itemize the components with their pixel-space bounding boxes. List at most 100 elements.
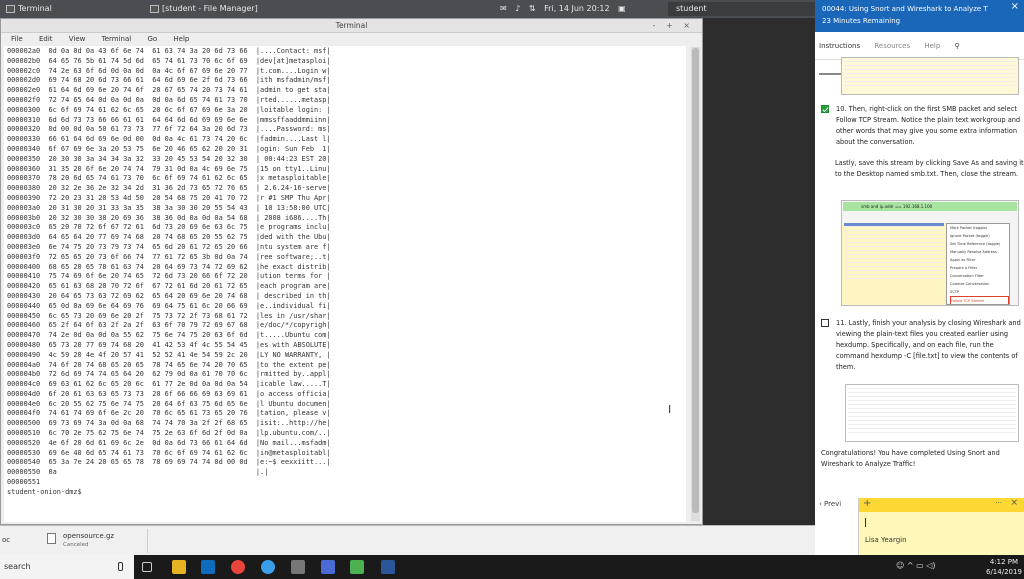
context-menu: Mark Packet (toggle) Ignore Packet (togg… [946,223,1010,305]
previous-button[interactable]: ‹ Previ [819,500,841,508]
menu-help[interactable]: Help [173,35,189,43]
terminal-line: 000002a0 0d 0a 0d 0a 43 6f 6e 74 61 63 7… [7,47,331,55]
terminal-line: student-onion-dmz$ [7,487,82,496]
filter-bar: smb and ip.addr == 192.168.1.100 [843,202,1017,211]
ctx-sctp[interactable]: SCTP [950,288,1009,296]
terminal-line: 000004a0 74 6f 20 74 68 65 20 65 78 74 6… [7,360,331,369]
close-icon[interactable]: × [1011,1,1019,13]
terminal-line: 00000500 69 73 69 74 3a 0d 0a 68 74 74 7… [7,419,331,428]
sticky-note[interactable]: + ··· × Lisa Yeargin [858,498,1024,555]
microphone-icon[interactable] [118,562,123,571]
terminal-titlebar[interactable]: Terminal - + × [1,19,702,33]
terminal-line: 00000551 [7,478,41,487]
terminal-line: 00000430 20 64 65 73 63 72 69 62 65 64 2… [7,291,331,300]
chrome-icon[interactable] [231,560,245,574]
zoom-icon[interactable]: ⚲ [955,42,960,50]
terminal-line: 00000420 65 61 63 68 20 70 72 6f 67 72 6… [7,282,331,291]
terminal-line: 000004d0 6f 20 61 63 63 65 73 73 20 6f 6… [7,389,331,398]
terminal-line: 00000350 20 30 30 3a 34 34 3a 32 33 20 4… [7,154,331,163]
taskbar-clock[interactable]: 4:12 PM 6/14/2019 [986,557,1022,577]
battery-icon[interactable]: ▭ [916,561,924,570]
step-11-checkbox[interactable] [821,319,829,327]
people-icon[interactable]: ☺ [896,561,904,570]
terminal-line: 00000480 65 73 20 77 69 74 68 20 41 42 5… [7,340,331,349]
menu-go[interactable]: Go [147,35,157,43]
word-icon[interactable] [381,560,395,574]
terminal-scrollbar[interactable] [691,47,700,521]
ctx-conversation[interactable]: Conversation Filter [950,272,1009,280]
taskbar-file-manager[interactable]: [student - File Manager] [148,2,298,16]
instructions-content: 10. Then, right-click on the first SMB p… [815,57,1024,500]
terminal-output[interactable]: 000002a0 0d 0a 0d 0a 43 6f 6e 74 61 63 7… [4,46,686,522]
lab-instructions-panel: 00044: Using Snort and Wireshark to Anal… [815,0,1024,555]
tab-resources[interactable]: Resources [874,42,910,50]
menu-view[interactable]: View [69,35,86,43]
display-icon[interactable]: ▣ [618,4,626,13]
terminal-app-icon[interactable] [321,560,335,574]
terminal-line: 000002c0 74 2e 63 6f 6d 0d 0a 0d 0a 4c 6… [7,66,331,75]
ctx-time-ref[interactable]: Set Time Reference (toggle) [950,240,1009,248]
tray-chevron-icon[interactable]: ^ [907,561,914,570]
ctx-ignore[interactable]: Ignore Packet (toggle) [950,232,1009,240]
add-note-icon[interactable]: + [863,498,871,509]
lab-title: 00044: Using Snort and Wireshark to Anal… [822,5,988,13]
edge-icon[interactable] [261,560,275,574]
speaker-icon[interactable]: ◁) [926,561,935,570]
windows-taskbar: search ☺ ^ ▭ ◁) 4:12 PM 6/14/2019 [0,555,1024,579]
mail-icon[interactable]: ✉ [500,4,507,13]
menu-terminal[interactable]: Terminal [102,35,132,43]
ctx-mark[interactable]: Mark Packet (toggle) [950,224,1009,232]
ctx-apply-filter[interactable]: Apply as Filter [950,256,1009,264]
window-controls[interactable]: - + × [653,19,694,33]
sticky-note-user: Lisa Yeargin [865,536,907,544]
terminal-line: 00000470 74 2e 0d 0a 0d 0a 55 62 75 6e 7… [7,331,331,340]
download-filename: opensource.gz [63,532,115,540]
ctx-colorize[interactable]: Colorize Conversation [950,280,1009,288]
menu-file[interactable]: File [11,35,23,43]
terminal-line: 00000320 0d 00 0d 0a 50 61 73 73 77 6f 7… [7,125,331,134]
step-10-checkbox[interactable] [821,105,829,113]
network-icon[interactable]: ⇅ [529,4,536,13]
outlook-icon[interactable] [201,560,215,574]
screenshot-packet-list [841,57,1019,95]
taskbar-time: 4:12 PM [989,558,1019,566]
text-cursor-icon: I [668,403,672,416]
user-menu[interactable]: student [668,2,815,16]
search-input[interactable]: search [0,555,134,579]
terminal-line: 000002b0 64 65 76 5b 61 74 5d 6d 65 74 6… [7,56,331,65]
vmware-icon[interactable] [291,560,305,574]
clock-text[interactable]: Fri, 14 Jun 20:12 [544,4,609,13]
terminal-line: 000003b0 20 32 30 30 38 20 69 36 38 36 0… [7,213,331,222]
terminal-line: 00000440 65 0d 0a 69 6e 64 69 76 69 64 7… [7,301,331,310]
taskbar-terminal[interactable]: Terminal [4,2,134,16]
ctx-resolve[interactable]: Manually Resolve Address [950,248,1009,256]
close-icon[interactable]: × [1010,498,1018,508]
terminal-icon [6,5,15,13]
terminal-line: 00000410 75 74 69 6f 6e 20 74 65 72 6d 7… [7,272,331,281]
ctx-follow-tcp[interactable]: Follow TCP Stream [950,296,1009,304]
terminal-line: 000003d0 64 65 64 20 77 69 74 68 20 74 6… [7,233,331,242]
download-item[interactable]: opensource.gz Canceled [43,529,148,553]
puzzle-app-icon[interactable] [350,560,364,574]
ctx-prepare-filter[interactable]: Prepare a Filter [950,264,1009,272]
terminal-line: 00000340 6f 67 69 6e 3a 20 53 75 6e 20 4… [7,144,331,153]
terminal-line: 000004f0 74 61 74 69 6f 6e 2c 20 70 6c 6… [7,409,331,418]
file-explorer-icon[interactable] [172,560,186,574]
scrollbar-thumb[interactable] [692,48,699,513]
task-view-icon[interactable] [142,562,152,572]
tab-instructions[interactable]: Instructions [819,42,860,50]
completion-message: Congratulations! You have completed Usin… [821,449,1000,468]
terminal-menubar: File Edit View Terminal Go Help [1,33,702,46]
volume-icon[interactable]: ♪ [515,4,520,13]
terminal-line: 000003a0 20 31 30 20 31 33 3a 35 38 3a 3… [7,203,331,212]
more-icon[interactable]: ··· [995,499,1002,507]
terminal-window: Terminal - + × File Edit View Terminal G… [0,18,703,525]
download-bar-left-label: oc [2,536,11,544]
terminal-line: 000004b0 72 6d 69 74 74 65 64 20 62 79 0… [7,370,331,379]
step-11-number: 11. [836,319,847,327]
terminal-line: 00000450 6c 65 73 20 69 6e 20 2f 75 73 7… [7,311,331,320]
terminal-line: 00000360 31 35 20 6f 6e 20 74 74 79 31 0… [7,164,331,173]
terminal-line: 000002d0 69 74 68 20 6d 73 66 61 64 6d 6… [7,76,331,85]
menu-edit[interactable]: Edit [39,35,53,43]
tab-help[interactable]: Help [924,42,940,50]
